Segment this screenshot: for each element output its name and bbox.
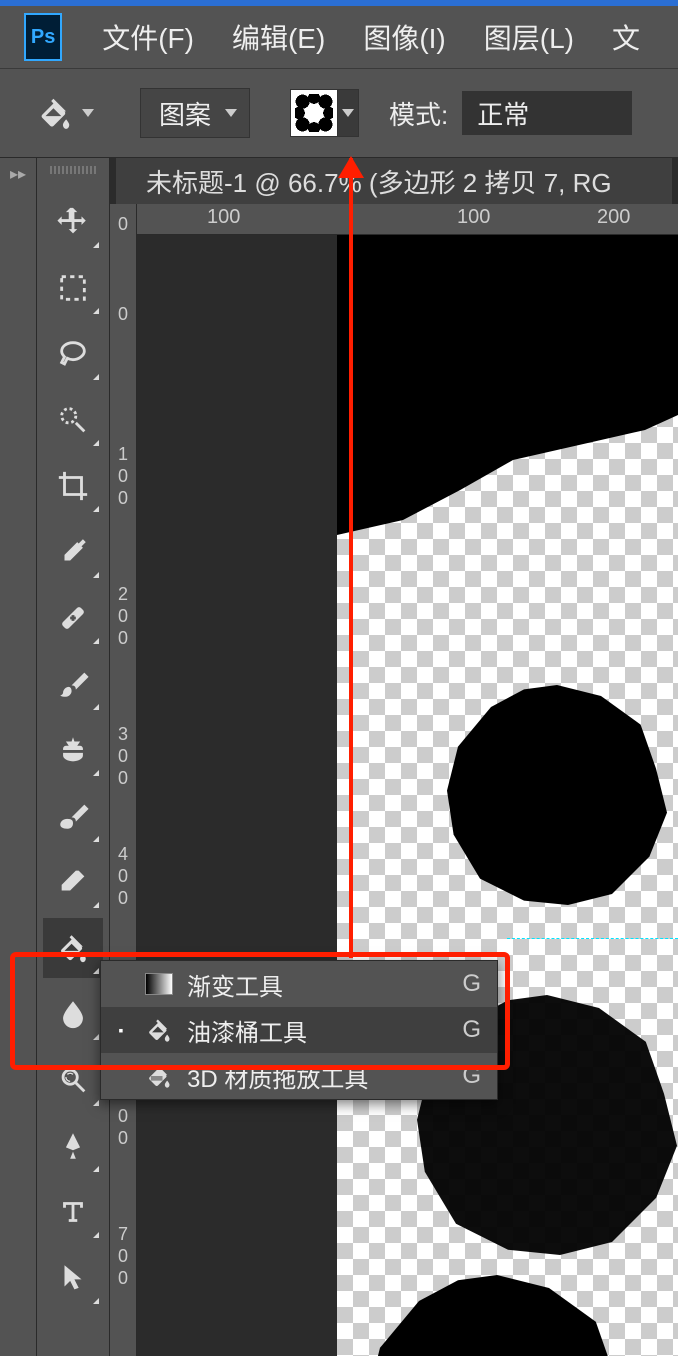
healing-brush-tool[interactable] [43, 588, 103, 648]
gradient-icon [141, 969, 177, 999]
vertical-ruler[interactable]: 0 0 100 200 300 400 500 600 700 [110, 204, 137, 1356]
crop-tool[interactable] [43, 456, 103, 516]
paint-bucket-tool[interactable] [43, 918, 103, 978]
eyedropper-tool[interactable] [43, 522, 103, 582]
paint-bucket-icon [36, 94, 74, 132]
quick-selection-tool[interactable] [43, 390, 103, 450]
current-tool-preview[interactable] [30, 91, 100, 135]
chevron-down-icon [82, 109, 94, 117]
expand-dock-icon[interactable]: ▸▸ [10, 164, 26, 184]
clone-stamp-tool[interactable] [43, 720, 103, 780]
dodge-tool[interactable] [43, 1050, 103, 1110]
document-area: 未标题-1 @ 66.7% (多边形 2 拷贝 7, RG 0 0 100 20… [110, 158, 678, 1356]
brush-tool[interactable] [43, 654, 103, 714]
paint-bucket-icon [141, 1015, 177, 1045]
blend-mode-dropdown[interactable]: 正常 [462, 91, 632, 135]
path-selection-tool[interactable] [43, 1248, 103, 1308]
pen-tool[interactable] [43, 1116, 103, 1176]
type-tool[interactable] [43, 1182, 103, 1242]
fill-source-dropdown[interactable]: 图案 [140, 88, 250, 138]
history-brush-tool[interactable] [43, 786, 103, 846]
panel-dock[interactable]: ▸▸ [0, 158, 37, 1356]
material-drop-icon [141, 1061, 177, 1091]
document-tab[interactable]: 未标题-1 @ 66.7% (多边形 2 拷贝 7, RG [116, 158, 672, 204]
pattern-picker-dropdown[interactable] [337, 89, 359, 137]
horizontal-guide[interactable] [507, 938, 678, 939]
pattern-swatch[interactable] [290, 89, 338, 137]
blend-mode-label: 模式: [389, 95, 448, 132]
lasso-tool[interactable] [43, 324, 103, 384]
fill-source-label: 图案 [159, 95, 211, 132]
canvas[interactable] [137, 235, 678, 1356]
chevron-down-icon [225, 109, 237, 117]
menu-edit[interactable]: 编辑(E) [232, 17, 325, 57]
eraser-tool[interactable] [43, 852, 103, 912]
app-logo[interactable]: Ps [24, 13, 62, 61]
toolbox-grip[interactable] [50, 166, 96, 174]
flyout-gradient-tool[interactable]: 渐变工具 G [101, 961, 497, 1007]
menu-type-partial[interactable]: 文 [612, 17, 640, 57]
pattern-preview [295, 94, 333, 132]
flyout-3d-material-drop-tool[interactable]: 3D 材质拖放工具 G [101, 1053, 497, 1099]
move-tool[interactable] [43, 192, 103, 252]
menu-bar: Ps 文件(F) 编辑(E) 图像(I) 图层(L) 文 [0, 6, 678, 68]
chevron-down-icon [342, 109, 354, 117]
menu-file[interactable]: 文件(F) [102, 17, 194, 57]
horizontal-ruler[interactable]: 100 100 200 [137, 204, 678, 235]
blur-tool[interactable] [43, 984, 103, 1044]
options-bar: 图案 模式: 正常 [0, 68, 678, 158]
menu-image[interactable]: 图像(I) [363, 17, 445, 57]
flyout-paint-bucket-tool[interactable]: ▪ 油漆桶工具 G [101, 1007, 497, 1053]
tool-flyout-menu: 渐变工具 G ▪ 油漆桶工具 G 3D 材质拖放工具 G [100, 960, 498, 1100]
active-indicator-icon: ▪ [111, 1022, 131, 1038]
marquee-tool[interactable] [43, 258, 103, 318]
toolbox [37, 158, 110, 1356]
menu-layer[interactable]: 图层(L) [484, 17, 574, 57]
